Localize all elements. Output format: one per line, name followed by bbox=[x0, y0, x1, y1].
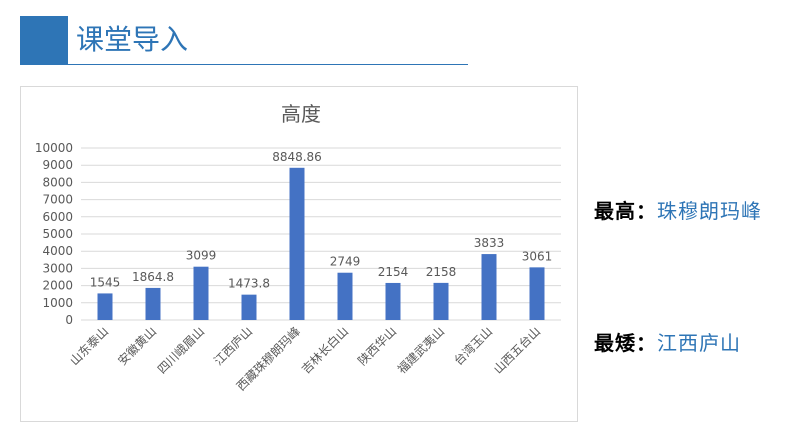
data-label: 3061 bbox=[522, 249, 553, 263]
data-label: 8848.86 bbox=[272, 150, 322, 164]
bar-chart: 高度 0 1000 2000 3000 4000 5000 6000 7000 8000 9000… bbox=[35, 102, 561, 394]
y-axis-tick-labels: 0 1000 2000 3000 4000 5000 6000 7000 8000 9000 100… bbox=[35, 141, 73, 327]
y-tick-label: 0 bbox=[65, 313, 73, 327]
data-label: 2749 bbox=[330, 255, 361, 269]
highest-mountain-note: 最高：珠穆朗玛峰 bbox=[594, 192, 780, 230]
y-tick-label: 10000 bbox=[35, 141, 73, 155]
y-tick-label: 1000 bbox=[42, 296, 73, 310]
bar bbox=[289, 167, 305, 320]
highest-label: 最高 bbox=[594, 199, 636, 223]
bar bbox=[385, 282, 401, 320]
x-tick-label: 江西庐山 bbox=[211, 324, 256, 369]
data-label: 3833 bbox=[474, 236, 505, 250]
data-label: 2154 bbox=[378, 265, 409, 279]
lowest-colon: ： bbox=[636, 331, 657, 355]
lowest-label: 最矮 bbox=[594, 331, 636, 355]
data-label: 1473.8 bbox=[228, 277, 270, 291]
bar bbox=[481, 254, 497, 320]
bar bbox=[241, 294, 257, 320]
data-label: 2158 bbox=[426, 265, 457, 279]
y-tick-label: 4000 bbox=[42, 244, 73, 258]
bar bbox=[193, 266, 209, 320]
y-tick-label: 7000 bbox=[42, 193, 73, 207]
highest-value: 珠穆朗玛峰 bbox=[657, 199, 762, 223]
highest-colon: ： bbox=[636, 199, 657, 223]
data-label: 1545 bbox=[90, 275, 121, 289]
bar bbox=[529, 267, 545, 320]
x-tick-label: 山东泰山 bbox=[67, 324, 111, 368]
chart-panel: 高度 0 1000 2000 3000 4000 5000 6000 7000 8000 9000… bbox=[20, 86, 578, 422]
page-title: 课堂导入 bbox=[76, 23, 189, 56]
y-tick-label: 8000 bbox=[42, 175, 73, 189]
x-tick-label: 台湾玉山 bbox=[451, 324, 496, 369]
x-tick-label: 安徽黄山 bbox=[115, 324, 160, 369]
x-tick-label: 山西五台山 bbox=[490, 324, 543, 377]
y-tick-label: 9000 bbox=[42, 158, 73, 172]
y-tick-label: 2000 bbox=[42, 279, 73, 293]
bar bbox=[145, 287, 161, 320]
header-underline bbox=[20, 64, 468, 65]
header-accent-block bbox=[20, 16, 68, 64]
x-tick-label: 陕西华山 bbox=[355, 324, 400, 369]
lowest-mountain-note: 最矮：江西庐山 bbox=[594, 324, 780, 362]
bar bbox=[97, 293, 113, 320]
data-label: 1864.8 bbox=[132, 270, 174, 284]
y-tick-label: 6000 bbox=[42, 210, 73, 224]
y-tick-label: 3000 bbox=[42, 261, 73, 275]
x-tick-label: 四川峨眉山 bbox=[155, 324, 207, 376]
x-axis-tick-labels: 山东泰山 安徽黄山四川峨眉山 江西庐山西藏珠穆朗玛峰吉林长白山 陕西华山福建武夷山 台湾… bbox=[67, 324, 543, 394]
chart-title: 高度 bbox=[281, 102, 321, 126]
data-label: 3099 bbox=[186, 249, 217, 263]
x-tick-label: 福建武夷山 bbox=[394, 324, 447, 377]
x-tick-label: 吉林长白山 bbox=[298, 324, 351, 377]
lowest-value: 江西庐山 bbox=[657, 331, 741, 355]
bar bbox=[433, 282, 449, 320]
bar bbox=[337, 272, 353, 320]
y-tick-label: 5000 bbox=[42, 227, 73, 241]
